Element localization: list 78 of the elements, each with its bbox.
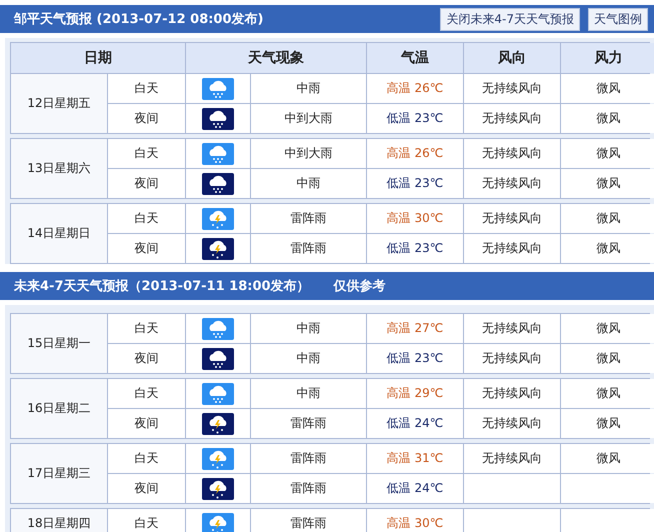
wind-direction-cell: 无持续风向 <box>464 379 560 408</box>
section-title: 未来4-7天天气预报（2013-07-11 18:00发布） <box>14 278 310 295</box>
wind-direction-cell: 无持续风向 <box>464 314 560 343</box>
temperature-cell: 低温 23℃ <box>367 169 463 198</box>
date-cell: 12日星期五 <box>11 74 107 133</box>
wind-force-cell: 微风 <box>561 379 654 408</box>
date-cell: 17日星期三 <box>11 444 107 503</box>
section-title: 邹平天气预报 (2013-07-12 08:00发布) <box>14 11 264 28</box>
temperature-cell: 低温 23℃ <box>367 344 463 373</box>
period-cell: 夜间 <box>108 234 185 263</box>
wind-direction-cell: 无持续风向 <box>464 104 560 133</box>
date-cell: 16日星期二 <box>11 379 107 438</box>
temperature-cell: 低温 24℃ <box>367 474 463 503</box>
period-cell: 白天 <box>108 204 185 233</box>
column-header: 风向 <box>464 43 560 73</box>
wind-direction-cell: 无持续风向 <box>464 444 560 473</box>
date-cell: 14日星期日 <box>11 204 107 263</box>
weather-cell: 雷阵雨 <box>251 509 366 532</box>
weather-cell: 中到大雨 <box>251 104 366 133</box>
period-cell: 白天 <box>108 379 185 408</box>
wind-direction-cell: 无持续风向 <box>464 74 560 103</box>
temperature-cell: 低温 23℃ <box>367 234 463 263</box>
temperature-cell: 高温 26℃ <box>367 139 463 168</box>
wind-force-cell: 微风 <box>561 314 654 343</box>
period-cell: 夜间 <box>108 169 185 198</box>
wind-force-cell: 微风 <box>561 204 654 233</box>
period-cell: 白天 <box>108 314 185 343</box>
temperature-cell: 高温 26℃ <box>367 74 463 103</box>
period-cell: 夜间 <box>108 344 185 373</box>
column-header: 天气现象 <box>186 43 366 73</box>
temperature-cell: 高温 30℃ <box>367 509 463 532</box>
weather-cell: 雷阵雨 <box>251 234 366 263</box>
column-header: 日期 <box>11 43 185 73</box>
header-button[interactable]: 关闭未来4-7天天气预报 <box>440 8 580 30</box>
temperature-cell: 低温 24℃ <box>367 409 463 438</box>
temperature-cell: 高温 29℃ <box>367 379 463 408</box>
period-cell: 白天 <box>108 139 185 168</box>
weather-cell: 中雨 <box>251 74 366 103</box>
header-button[interactable]: 天气图例 <box>588 8 648 30</box>
wind-force-cell: 微风 <box>561 234 654 263</box>
wind-direction-cell: 无持续风向 <box>464 409 560 438</box>
period-cell: 白天 <box>108 74 185 103</box>
weather-cell: 中雨 <box>251 344 366 373</box>
wind-force-cell: 微风 <box>561 139 654 168</box>
wind-direction-cell: 无持续风向 <box>464 234 560 263</box>
temperature-cell: 高温 31℃ <box>367 444 463 473</box>
wind-force-cell: 微风 <box>561 169 654 198</box>
wind-force-cell: 微风 <box>561 104 654 133</box>
temperature-cell: 高温 30℃ <box>367 204 463 233</box>
weather-cell: 雷阵雨 <box>251 204 366 233</box>
wind-direction-cell: 无持续风向 <box>464 344 560 373</box>
temperature-cell: 高温 27℃ <box>367 314 463 343</box>
wind-direction-cell: 无持续风向 <box>464 139 560 168</box>
temperature-cell: 低温 23℃ <box>367 104 463 133</box>
period-cell: 白天 <box>108 509 185 532</box>
period-cell: 夜间 <box>108 409 185 438</box>
date-cell: 13日星期六 <box>11 139 107 198</box>
weather-cell: 雷阵雨 <box>251 409 366 438</box>
column-header: 风力 <box>561 43 654 73</box>
period-cell: 夜间 <box>108 104 185 133</box>
weather-cell: 中雨 <box>251 169 366 198</box>
date-cell: 18日星期四 <box>11 509 107 532</box>
wind-force-cell: 微风 <box>561 409 654 438</box>
period-cell: 夜间 <box>108 474 185 503</box>
wind-force-cell: 微风 <box>561 74 654 103</box>
column-header: 气温 <box>367 43 463 73</box>
wind-force-cell: 微风 <box>561 344 654 373</box>
weather-cell: 中雨 <box>251 379 366 408</box>
wind-direction-cell: 无持续风向 <box>464 204 560 233</box>
wind-force-cell: 微风 <box>561 444 654 473</box>
section-note: 仅供参考 <box>334 278 386 295</box>
date-cell: 15日星期一 <box>11 314 107 373</box>
wind-direction-cell: 无持续风向 <box>464 169 560 198</box>
weather-cell: 雷阵雨 <box>251 444 366 473</box>
weather-cell: 中雨 <box>251 314 366 343</box>
weather-cell: 雷阵雨 <box>251 474 366 503</box>
weather-cell: 中到大雨 <box>251 139 366 168</box>
period-cell: 白天 <box>108 444 185 473</box>
